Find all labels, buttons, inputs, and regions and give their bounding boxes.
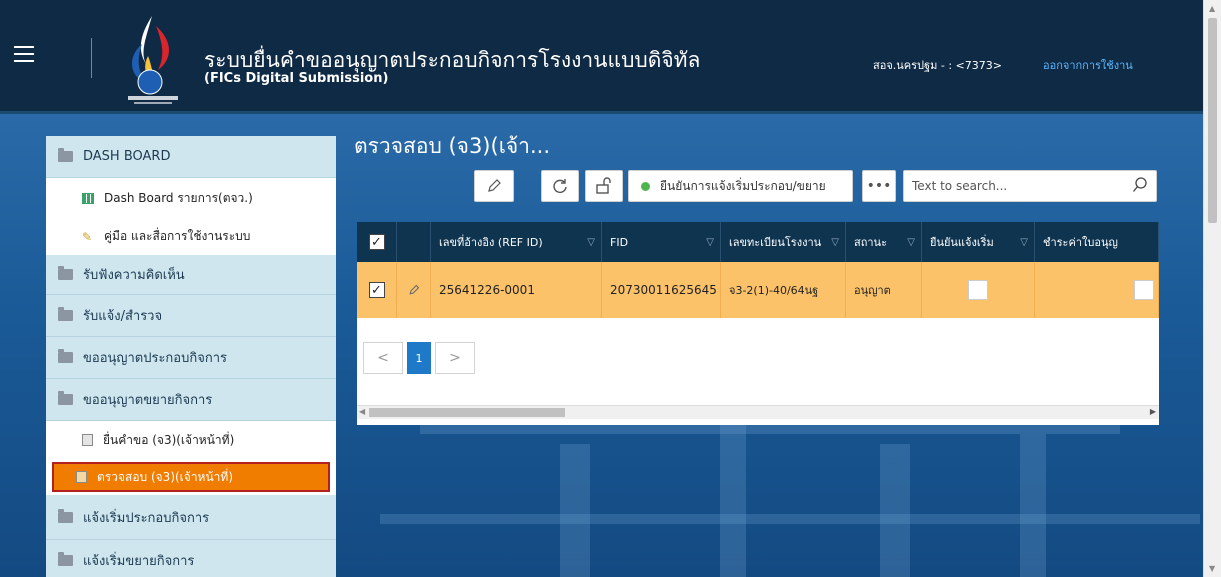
folder-icon — [58, 391, 73, 405]
unlock-icon — [596, 177, 611, 194]
more-options-button[interactable]: ••• — [862, 170, 896, 202]
filter-icon[interactable]: ▽ — [1020, 237, 1028, 248]
refresh-icon — [553, 179, 567, 193]
status-dot-icon — [641, 181, 650, 191]
column-header[interactable]: ชำระค่าใบอนุญ — [1035, 222, 1159, 262]
sidebar-sub-dashboard-list[interactable]: Dash Board รายการ(ตจว.) — [46, 178, 336, 218]
sidebar-item-label: คู่มือ และสื่อการใช้งานระบบ — [104, 229, 251, 243]
unlock-button[interactable] — [585, 170, 623, 202]
cell-ref-id: 25641226-0001 — [431, 262, 602, 318]
document-icon — [82, 434, 93, 446]
sidebar-item-label: แจ้งเริ่มขยายกิจการ — [83, 554, 195, 569]
table-header: ✓ เลขที่อ้างอิง (REF ID) ▽ FID ▽ เลขทะเบ… — [357, 222, 1159, 262]
pencil-icon: ✎ — [82, 229, 93, 244]
folder-icon — [58, 349, 73, 363]
sidebar-menu: DASH BOARD Dash Board รายการ(ตจว.) ✎ คู่… — [46, 136, 336, 577]
filter-icon[interactable]: ▽ — [706, 237, 714, 248]
cell-status: อนุญาต — [846, 262, 922, 318]
page-title: ตรวจสอบ (จ3)(เจ้า... — [354, 134, 550, 158]
edit-button[interactable] — [474, 170, 514, 202]
column-header[interactable]: สถานะ ▽ — [846, 222, 922, 262]
data-grid: ✓ เลขที่อ้างอิง (REF ID) ▽ FID ▽ เลขทะเบ… — [357, 222, 1159, 425]
sidebar-sub-review-j3[interactable]: ตรวจสอบ (จ3)(เจ้าหน้าที่) — [46, 459, 336, 495]
folder-icon — [58, 508, 73, 523]
folder-icon — [58, 266, 73, 280]
pagination: < 1 > — [363, 342, 475, 374]
folder-icon — [58, 148, 73, 162]
table-row[interactable]: ✓ 25641226-0001 20730011625645 จ3-2(1)-4… — [357, 262, 1159, 318]
confirm-start-button[interactable]: ยืนยันการแจ้งเริ่มประกอบ/ขยาย — [628, 170, 853, 202]
horizontal-scrollbar[interactable]: ◀ ▶ — [357, 405, 1159, 419]
sidebar-item-label: DASH BOARD — [83, 149, 171, 164]
row-checkbox[interactable]: ✓ — [368, 282, 385, 298]
confirm-start-checkbox[interactable] — [968, 280, 988, 300]
search-input[interactable] — [904, 171, 1114, 201]
scroll-up-icon[interactable]: ▲ — [1209, 4, 1215, 13]
next-page-button[interactable]: > — [435, 342, 475, 374]
scroll-left-icon[interactable]: ◀ — [359, 407, 365, 416]
sidebar-item-start-operation[interactable]: แจ้งเริ่มประกอบกิจการ — [46, 495, 336, 540]
search-icon[interactable] — [1132, 177, 1148, 193]
sidebar-item-label: รับแจ้ง/สำรวจ — [83, 309, 163, 324]
column-header[interactable]: FID ▽ — [602, 222, 721, 262]
sidebar-item-operation-permit[interactable]: ขออนุญาตประกอบกิจการ — [46, 337, 336, 379]
sidebar-item-survey[interactable]: รับแจ้ง/สำรวจ — [46, 295, 336, 337]
column-header[interactable]: เลขที่อ้างอิง (REF ID) ▽ — [431, 222, 602, 262]
folder-icon — [58, 552, 73, 566]
hamburger-menu-icon[interactable] — [14, 46, 34, 62]
system-subtitle: (FICs Digital Submission) — [204, 71, 389, 86]
sidebar-sub-submit-j3[interactable]: ยื่นคำขอ (จ3)(เจ้าหน้าที่) — [46, 421, 336, 459]
refresh-button[interactable] — [541, 170, 579, 202]
prev-page-button[interactable]: < — [363, 342, 403, 374]
sidebar-item-label: ตรวจสอบ (จ3)(เจ้าหน้าที่) — [97, 469, 233, 484]
row-edit-cell[interactable] — [397, 262, 431, 318]
sidebar-item-label: ขออนุญาตขยายกิจการ — [83, 393, 213, 408]
sidebar-item-label: แจ้งเริ่มประกอบกิจการ — [83, 510, 210, 526]
scroll-down-icon[interactable]: ▼ — [1209, 564, 1215, 573]
dept-logo — [128, 16, 178, 104]
confirm-start-label: ยืนยันการแจ้งเริ่มประกอบ/ขยาย — [660, 178, 826, 193]
cell-factory-no: จ3-2(1)-40/64นฐ — [721, 262, 846, 318]
filter-icon[interactable]: ▽ — [587, 237, 595, 248]
column-header[interactable]: เลขทะเบียนโรงงาน ▽ — [721, 222, 846, 262]
sidebar-item-label: รับฟังความคิดเห็น — [83, 268, 185, 283]
vertical-scrollbar[interactable]: ▲ ▼ — [1203, 0, 1221, 577]
search-box — [903, 170, 1157, 202]
scrollbar-thumb[interactable] — [369, 408, 565, 417]
cell-fid: 20730011625645 — [602, 262, 721, 318]
sidebar-item-dashboard[interactable]: DASH BOARD — [46, 136, 336, 178]
header-select-all[interactable]: ✓ — [357, 222, 397, 262]
sidebar-sub-manual[interactable]: ✎ คู่มือ และสื่อการใช้งานระบบ — [46, 218, 336, 255]
sidebar-item-start-expansion[interactable]: แจ้งเริ่มขยายกิจการ — [46, 540, 336, 577]
header-divider — [91, 38, 92, 78]
column-header[interactable]: ยืนยันแจ้งเริ่ม ▽ — [922, 222, 1035, 262]
app-header: ระบบยื่นคำขออนุญาตประกอบกิจการโรงงานแบบด… — [0, 0, 1203, 114]
grid-icon — [82, 192, 94, 204]
scrollbar-thumb[interactable] — [1208, 18, 1217, 223]
sidebar-item-expansion-permit[interactable]: ขออนุญาตขยายกิจการ — [46, 379, 336, 421]
user-info: สอจ.นครปฐม - : <7373> — [873, 59, 1002, 72]
sidebar-item-label: ขออนุญาตประกอบกิจการ — [83, 351, 227, 366]
sidebar-item-label: Dash Board รายการ(ตจว.) — [104, 190, 253, 205]
page-number-button[interactable]: 1 — [407, 342, 431, 374]
sidebar-item-feedback[interactable]: รับฟังความคิดเห็น — [46, 255, 336, 295]
row-select-cell[interactable]: ✓ — [357, 262, 397, 318]
pencil-icon[interactable] — [408, 284, 420, 296]
cell-payment[interactable] — [1035, 262, 1159, 318]
folder-icon — [58, 307, 73, 321]
document-icon — [76, 471, 87, 483]
filter-icon[interactable]: ▽ — [907, 237, 915, 248]
active-menu-highlight[interactable]: ตรวจสอบ (จ3)(เจ้าหน้าที่) — [52, 462, 330, 492]
sidebar-item-label: ยื่นคำขอ (จ3)(เจ้าหน้าที่) — [103, 432, 235, 447]
header-edit-col — [397, 222, 431, 262]
pencil-icon — [488, 179, 501, 192]
filter-icon[interactable]: ▽ — [831, 237, 839, 248]
scroll-right-icon[interactable]: ▶ — [1150, 407, 1156, 416]
logout-link[interactable]: ออกจากการใช้งาน — [1043, 56, 1133, 74]
select-all-checkbox[interactable]: ✓ — [368, 234, 385, 250]
payment-checkbox[interactable] — [1134, 280, 1154, 300]
cell-confirm-start[interactable] — [922, 262, 1035, 318]
